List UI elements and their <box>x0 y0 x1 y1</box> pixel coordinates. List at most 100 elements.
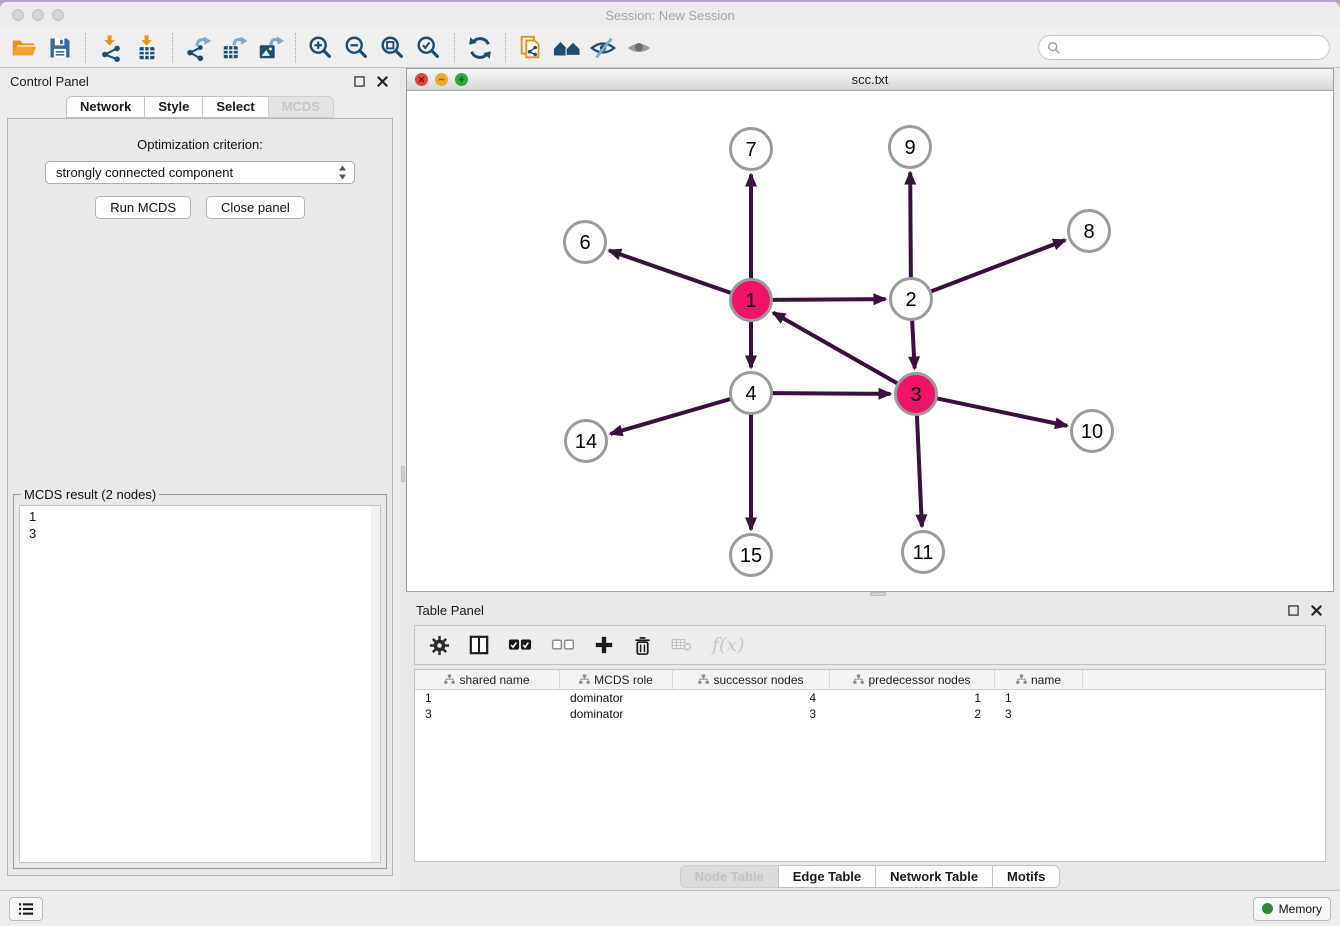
graph-node-11[interactable]: 11 <box>903 532 944 573</box>
table-cell[interactable]: 3 <box>415 707 560 721</box>
add-column-button[interactable] <box>594 635 614 655</box>
graph-node-1[interactable]: 1 <box>731 280 772 321</box>
deselect-all-button[interactable] <box>551 638 575 652</box>
search-input[interactable] <box>1066 40 1321 55</box>
graph-node-10[interactable]: 10 <box>1072 411 1113 452</box>
table-cell[interactable]: 3 <box>995 707 1083 721</box>
graph-node-3[interactable]: 3 <box>896 374 937 415</box>
home-button[interactable] <box>549 32 585 64</box>
tab-edge-table[interactable]: Edge Table <box>778 865 876 888</box>
table-cell[interactable]: dominator <box>560 707 673 721</box>
clone-network-button[interactable] <box>513 32 549 64</box>
graph-node-4[interactable]: 4 <box>731 373 772 414</box>
export-table-button[interactable] <box>216 32 252 64</box>
memory-button[interactable]: Memory <box>1253 897 1331 921</box>
network-maximize-button[interactable] <box>455 73 468 86</box>
tab-style[interactable]: Style <box>144 96 203 118</box>
column-header-successor-nodes[interactable]: successor nodes <box>673 670 830 689</box>
select-all-button[interactable] <box>508 638 532 652</box>
graph-node-2[interactable]: 2 <box>891 279 932 320</box>
maximize-window-button[interactable] <box>52 9 64 21</box>
network-close-button[interactable] <box>415 73 428 86</box>
table-settings-button[interactable] <box>429 635 450 656</box>
graph-edge-4-14[interactable] <box>610 399 730 434</box>
eye-icon <box>625 34 653 62</box>
column-header-predecessor-nodes[interactable]: predecessor nodes <box>830 670 995 689</box>
tab-network-table[interactable]: Network Table <box>875 865 993 888</box>
control-panel-title: Control Panel <box>10 74 89 89</box>
table-cell[interactable]: dominator <box>560 691 673 705</box>
column-header-shared-name[interactable]: shared name <box>415 670 560 689</box>
float-panel-icon[interactable] <box>354 76 365 87</box>
horizontal-splitter[interactable] <box>406 592 1334 597</box>
export-image-button[interactable] <box>252 32 288 64</box>
graph-node-7[interactable]: 7 <box>731 129 772 170</box>
table-header-row: shared nameMCDS rolesuccessor nodesprede… <box>415 670 1325 690</box>
import-table-button[interactable] <box>129 32 165 64</box>
zoom-out-button[interactable] <box>339 32 375 64</box>
zoom-fit-button[interactable] <box>375 32 411 64</box>
graph-node-14[interactable]: 14 <box>566 421 607 462</box>
tab-network[interactable]: Network <box>66 96 145 118</box>
zoom-selected-button[interactable] <box>411 32 447 64</box>
graph-edge-2-9[interactable] <box>910 172 911 277</box>
table-cell[interactable]: 3 <box>673 707 830 721</box>
column-header-name[interactable]: name <box>995 670 1083 689</box>
table-cell[interactable]: 2 <box>830 707 995 721</box>
graph-node-9[interactable]: 9 <box>890 127 931 168</box>
close-window-button[interactable] <box>12 9 24 21</box>
close-panel-button[interactable]: Close panel <box>206 196 305 219</box>
column-header-MCDS-role[interactable]: MCDS role <box>560 670 673 689</box>
tab-motifs[interactable]: Motifs <box>992 865 1060 888</box>
network-minimize-button[interactable] <box>435 73 448 86</box>
close-panel-icon[interactable] <box>377 76 388 87</box>
refresh-button[interactable] <box>462 32 498 64</box>
graph-node-6[interactable]: 6 <box>565 222 606 263</box>
splitter-grip[interactable] <box>401 466 405 482</box>
graph-edge-2-8[interactable] <box>931 240 1065 291</box>
task-history-button[interactable] <box>9 897 43 921</box>
minimize-window-button[interactable] <box>32 9 44 21</box>
close-panel-icon[interactable] <box>1311 605 1322 616</box>
panel-splitter[interactable] <box>400 68 406 890</box>
hide-graphics-button[interactable] <box>585 32 621 64</box>
export-network-button[interactable] <box>180 32 216 64</box>
table-cell[interactable]: 1 <box>415 691 560 705</box>
save-session-button[interactable] <box>42 32 78 64</box>
graph-edge-4-3[interactable] <box>772 393 890 394</box>
delete-button[interactable] <box>633 635 652 656</box>
network-graph[interactable]: 7 9 6 8 1 2 4 3 14 10 15 11 <box>407 91 1333 591</box>
graph-node-15[interactable]: 15 <box>731 535 772 576</box>
network-window-titlebar[interactable]: scc.txt <box>407 69 1333 91</box>
table-cell[interactable]: 1 <box>830 691 995 705</box>
mcds-result-text[interactable]: 1 3 <box>19 505 381 863</box>
table-cell[interactable]: 1 <box>995 691 1083 705</box>
float-panel-icon[interactable] <box>1288 605 1299 616</box>
table-cell[interactable]: 4 <box>673 691 830 705</box>
run-mcds-button[interactable]: Run MCDS <box>95 196 191 219</box>
optimization-criterion-select[interactable]: strongly connected component <box>45 161 355 184</box>
zoom-in-button[interactable] <box>303 32 339 64</box>
import-network-button[interactable] <box>93 32 129 64</box>
table-row[interactable]: 1dominator411 <box>415 690 1325 706</box>
splitter-grip[interactable] <box>870 592 886 596</box>
network-canvas[interactable]: 7 9 6 8 1 2 4 3 14 10 15 11 <box>407 91 1333 591</box>
graph-edge-3-11[interactable] <box>917 415 922 526</box>
graph-edge-1-2[interactable] <box>772 299 885 300</box>
show-graphics-button[interactable] <box>621 32 657 64</box>
graph-node-8[interactable]: 8 <box>1069 211 1110 252</box>
tab-node-table[interactable]: Node Table <box>680 865 779 888</box>
result-scrollbar[interactable] <box>371 506 380 862</box>
node-table[interactable]: shared nameMCDS rolesuccessor nodesprede… <box>414 669 1326 862</box>
search-field[interactable] <box>1038 35 1330 60</box>
toolbar-separator <box>172 33 173 63</box>
graph-edge-3-1[interactable] <box>773 313 897 384</box>
graph-edge-1-6[interactable] <box>609 250 731 292</box>
tab-mcds[interactable]: MCDS <box>268 96 334 118</box>
column-layout-button[interactable] <box>469 635 489 655</box>
table-row[interactable]: 3dominator323 <box>415 706 1325 722</box>
tab-select[interactable]: Select <box>202 96 268 118</box>
open-session-button[interactable] <box>6 32 42 64</box>
graph-edge-2-3[interactable] <box>912 320 915 368</box>
graph-edge-3-10[interactable] <box>937 398 1067 425</box>
